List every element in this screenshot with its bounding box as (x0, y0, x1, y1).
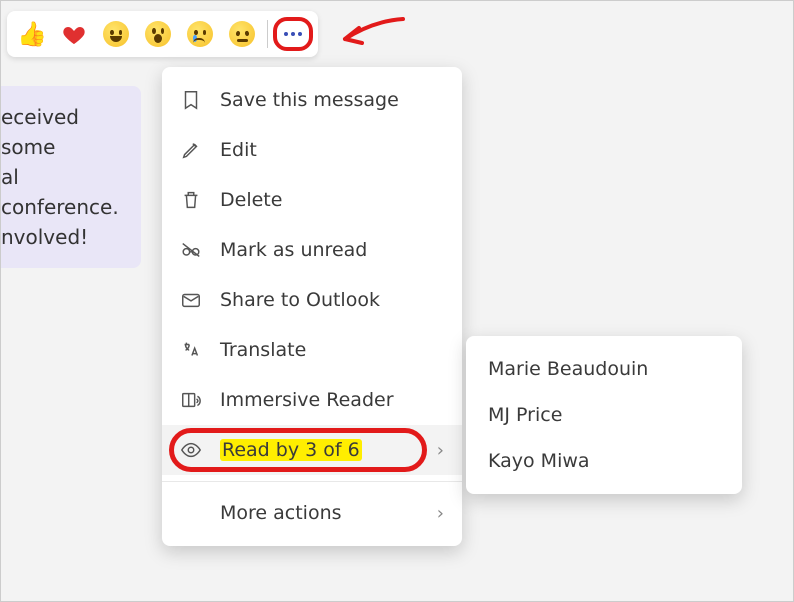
message-line: eceived some (1, 102, 129, 162)
chevron-right-icon: › (437, 440, 444, 461)
message-context-menu: Save this message Edit Delete Mark as un… (162, 67, 462, 546)
annotation-arrow (333, 9, 413, 59)
menu-label: Delete (220, 189, 444, 211)
trash-icon (180, 189, 202, 211)
menu-label: Read by 3 of 6 (220, 439, 419, 461)
bookmark-icon (180, 89, 202, 111)
chat-message: eceived some al conference. nvolved! (1, 86, 141, 268)
menu-label: Edit (220, 139, 444, 161)
more-options-button[interactable] (278, 22, 308, 46)
pencil-icon (180, 139, 202, 161)
reader-item[interactable]: MJ Price (466, 392, 742, 438)
reaction-toolbar (7, 11, 318, 57)
reader-name: Marie Beaudouin (488, 358, 648, 380)
menu-label: Translate (220, 339, 444, 361)
menu-read-by[interactable]: Read by 3 of 6 › (162, 425, 462, 475)
reaction-heart[interactable] (59, 19, 89, 49)
reaction-surprised[interactable] (143, 19, 173, 49)
menu-label: Save this message (220, 89, 444, 111)
eye-icon (180, 439, 202, 461)
message-line: nvolved! (1, 222, 129, 252)
reaction-like[interactable] (17, 19, 47, 49)
reader-item[interactable]: Kayo Miwa (466, 438, 742, 484)
menu-edit[interactable]: Edit (162, 125, 462, 175)
menu-label: More actions (220, 502, 419, 524)
reaction-sad[interactable] (185, 19, 215, 49)
ellipsis-icon (284, 32, 302, 36)
read-by-text: Read by 3 of 6 (220, 439, 362, 461)
menu-divider (162, 481, 462, 482)
menu-more-actions[interactable]: More actions › (162, 488, 462, 538)
menu-save-message[interactable]: Save this message (162, 75, 462, 125)
reaction-laugh[interactable] (101, 19, 131, 49)
menu-label: Mark as unread (220, 239, 444, 261)
reader-name: Kayo Miwa (488, 450, 590, 472)
spacer-icon (180, 502, 202, 524)
chevron-right-icon: › (437, 503, 444, 524)
message-line: al conference. (1, 162, 129, 222)
translate-icon (180, 339, 202, 361)
menu-label: Share to Outlook (220, 289, 444, 311)
separator (267, 20, 268, 48)
reaction-angry[interactable] (227, 19, 257, 49)
reader-name: MJ Price (488, 404, 562, 426)
menu-label: Immersive Reader (220, 389, 444, 411)
menu-share-outlook[interactable]: Share to Outlook (162, 275, 462, 325)
reader-item[interactable]: Marie Beaudouin (466, 346, 742, 392)
mail-icon (180, 289, 202, 311)
menu-mark-unread[interactable]: Mark as unread (162, 225, 462, 275)
glasses-off-icon (180, 239, 202, 261)
read-by-submenu: Marie Beaudouin MJ Price Kayo Miwa (466, 336, 742, 494)
menu-delete[interactable]: Delete (162, 175, 462, 225)
immersive-reader-icon (180, 389, 202, 411)
menu-immersive-reader[interactable]: Immersive Reader (162, 375, 462, 425)
menu-translate[interactable]: Translate (162, 325, 462, 375)
